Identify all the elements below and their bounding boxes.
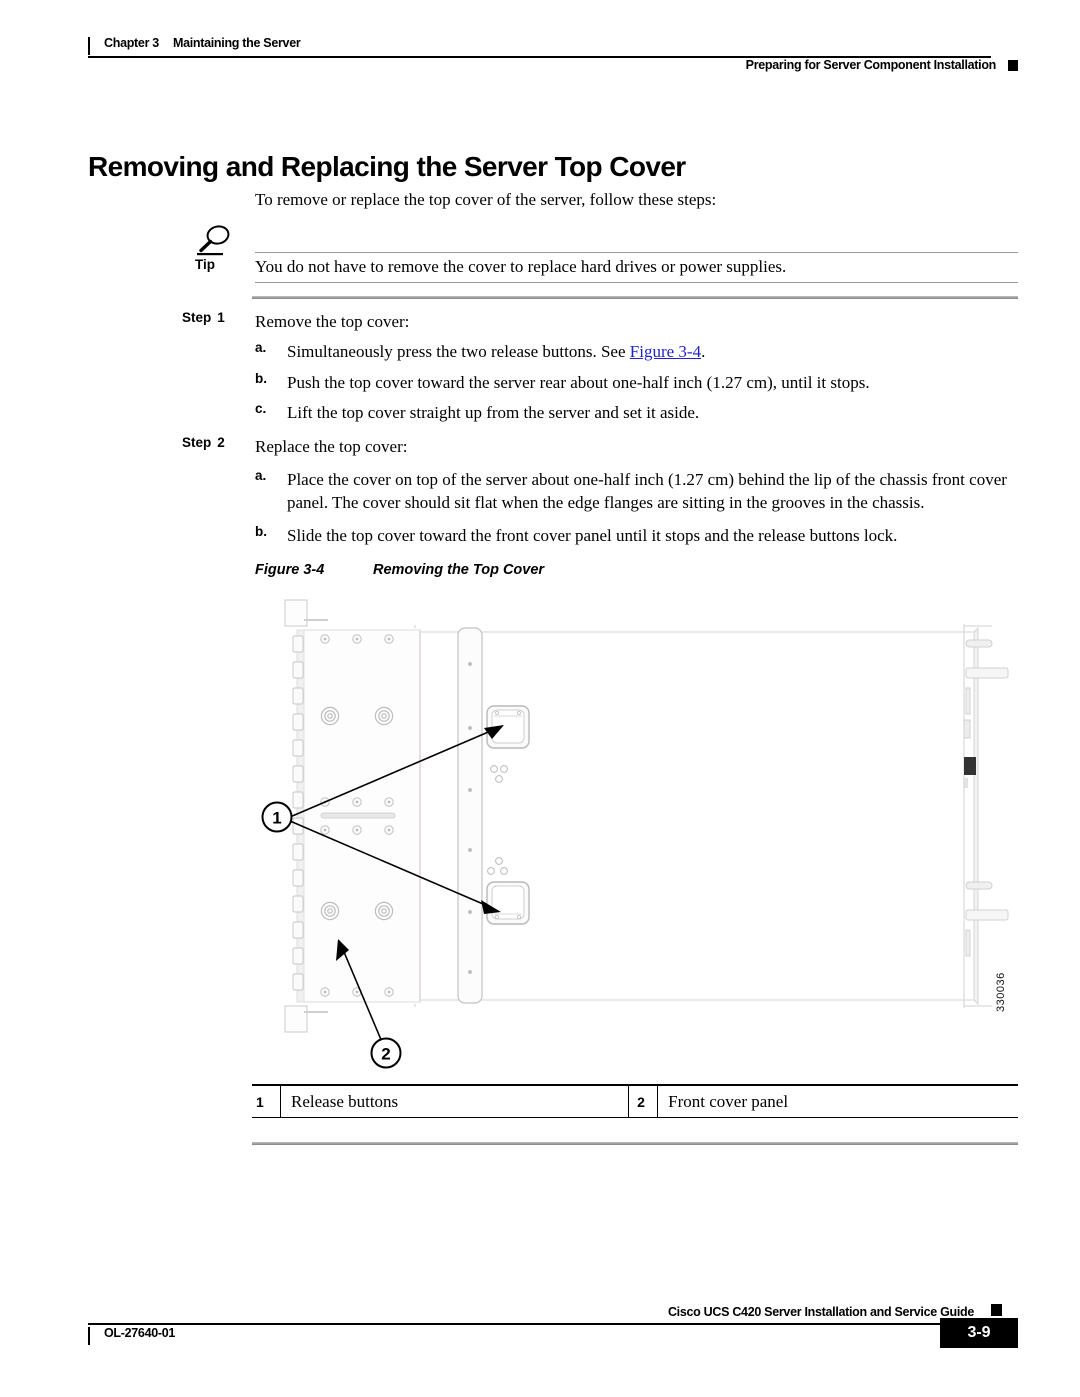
header-change-bar [88, 37, 90, 55]
substep-2b-letter: b. [255, 523, 267, 539]
step-2-text: Replace the top cover: [255, 436, 408, 456]
step-1-text: Remove the top cover: [255, 312, 410, 331]
tip-text: You do not have to remove the cover to r… [255, 257, 787, 276]
substep-1b-letter: b. [255, 370, 267, 386]
server-line-drawing: 1 2 [261, 599, 1009, 1069]
step-1-substeps: a. Simultaneously press the two release … [182, 340, 1022, 425]
guide-title: Cisco UCS C420 Server Installation and S… [667, 1305, 974, 1319]
step-1-number: 1 [217, 310, 225, 325]
legend-number-2: 2 [637, 1093, 645, 1110]
callout-1-number: 1 [272, 809, 281, 828]
breadcrumb: Chapter 3 Maintaining the Server [104, 36, 301, 50]
legend-number-1: 1 [256, 1093, 264, 1110]
tip-rule-top [255, 252, 1018, 253]
breadcrumb-chapter-number: Chapter 3 [104, 36, 159, 50]
page-footer: Cisco UCS C420 Server Installation and S… [88, 1300, 1018, 1360]
procedure-steps: Step 1 Remove the top cover: a. Simultane… [182, 310, 1022, 549]
step-2-number: 2 [217, 434, 225, 450]
substep-1b-text: Push the top cover toward the server rea… [287, 372, 870, 392]
substep-1c-letter: c. [255, 401, 267, 416]
substep-2a-text: Place the cover on top of the server abo… [287, 469, 1007, 513]
substep-2a-letter: a. [255, 467, 267, 483]
chassis-rear-edge [963, 624, 1009, 1008]
footer-rule [88, 1323, 965, 1325]
footer-marker-square [991, 1304, 1002, 1316]
tip-label: Tip [195, 257, 215, 272]
intro-paragraph: To remove or replace the top cover of th… [255, 190, 717, 209]
step-2-substeps: a. Place the cover on top of the server … [182, 468, 1022, 548]
rear-connector-icon [964, 757, 976, 775]
running-head: Preparing for Server Component Installat… [745, 58, 997, 72]
legend-description-1: Release buttons [280, 1086, 630, 1117]
vent-holes [487, 765, 508, 875]
step-2: Step 2 Replace the top cover: a. Place th… [182, 435, 1022, 548]
figure-legend-table: 1 Release buttons 2 Front cover panel [252, 1084, 1018, 1118]
callout-2-number: 2 [381, 1045, 390, 1064]
tip-rule-bottom [255, 282, 1018, 283]
substep-1a: a. Simultaneously press the two release … [182, 340, 1022, 364]
release-button-lower [486, 881, 530, 925]
header-marker-square [1008, 60, 1018, 71]
substep-2a: a. Place the cover on top of the server … [182, 468, 1022, 515]
step-1-label: Step 1 [182, 310, 225, 325]
substep-1c: c. Lift the top cover straight up from t… [182, 401, 1022, 425]
page-header: Chapter 3 Maintaining the Server Preparin… [88, 34, 1018, 78]
substep-1a-text-after: . [701, 342, 706, 361]
substep-1a-letter: a. [255, 340, 267, 355]
page-number-badge: 3-9 [940, 1318, 1018, 1348]
substep-1a-text-before: Simultaneously press the two release but… [287, 342, 630, 361]
figure-title: Removing the Top Cover [373, 562, 545, 578]
substep-1c-text: Lift the top cover straight up from the … [287, 403, 700, 422]
magnifying-glass-icon [194, 224, 238, 256]
step-1-word: Step [182, 310, 212, 325]
step-2-word: Step [182, 434, 212, 450]
figure-caption: Figure 3-4 Removing the Top Cover [255, 562, 544, 578]
figure-removing-top-cover: 1 2 [252, 592, 1018, 1072]
substep-2b: b. Slide the top cover toward the front … [182, 524, 1022, 548]
substep-1b: b. Push the top cover toward the server … [182, 371, 1022, 395]
panel-grip-bar [320, 812, 396, 819]
substep-1a-text: Simultaneously press the two release but… [287, 340, 1022, 364]
footer-change-bar [88, 1327, 90, 1345]
document-id: OL-27640-01 [104, 1326, 176, 1340]
front-cover-panel-graphic [284, 599, 421, 1033]
figure-bottom-rule [252, 1142, 1018, 1145]
page-title: Removing and Replacing the Server Top Co… [88, 150, 686, 182]
figure-3-4-link[interactable]: Figure 3-4 [630, 342, 701, 361]
top-cover-rail [457, 627, 483, 1004]
step-1: Step 1 Remove the top cover: a. Simultane… [182, 310, 1022, 425]
substep-2b-text: Slide the top cover toward the front cov… [287, 525, 898, 545]
legend-description-2: Front cover panel [657, 1086, 1018, 1117]
figure-number: Figure 3-4 [255, 562, 325, 578]
steps-top-rule [252, 296, 1018, 299]
step-2-label: Step 2 [182, 435, 225, 450]
tip-callout: Tip You do not have to remove the cover … [188, 224, 1018, 294]
breadcrumb-chapter-title: Maintaining the Server [172, 36, 301, 50]
figure-graphic-id: 330036 [995, 972, 1007, 1012]
